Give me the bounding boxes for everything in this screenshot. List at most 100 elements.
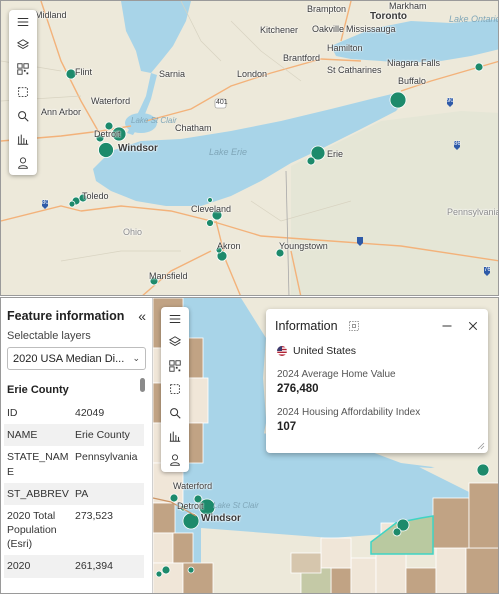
map-label-detroit: Detroit — [94, 129, 121, 139]
layers-icon[interactable] — [161, 331, 189, 355]
map-label-london: London — [237, 69, 268, 79]
map-label-sarnia: Sarnia — [159, 69, 186, 79]
collapse-panel-button[interactable]: « — [138, 308, 146, 324]
map-toolbar-bottom — [161, 307, 189, 472]
popup-country-row: United States — [266, 339, 488, 363]
map-toolbar-top — [9, 10, 37, 175]
highway-shield-76: 76 — [484, 267, 491, 273]
top-map-view[interactable]: Midland Flint Sarnia London Waterford An… — [0, 0, 499, 296]
map-label-hamilton: Hamilton — [327, 43, 363, 53]
map-label-cleveland: Cleveland — [191, 204, 232, 214]
feature-title: Erie County — [7, 384, 69, 396]
highway-shield-90: 90 — [447, 98, 454, 104]
attr-value: 273,523 — [75, 509, 113, 522]
highway-shield-401: 401 — [216, 99, 228, 106]
map-label-pennsylvania: Pennsylvania — [447, 207, 499, 217]
menu-icon[interactable] — [9, 10, 37, 34]
minimize-icon[interactable] — [441, 320, 453, 332]
attr-value: PA — [72, 482, 144, 505]
layer-select-value: 2020 USA Median Di... — [13, 352, 125, 365]
map-label-waterford: Waterford — [91, 96, 131, 106]
map-label-toledo: Toledo — [82, 191, 109, 201]
map-label-mansfield: Mansfield — [149, 271, 188, 281]
close-icon[interactable] — [467, 320, 479, 332]
feature-information-panel: Feature information « Selectable layers … — [1, 298, 153, 593]
basemap-top[interactable]: Midland Flint Sarnia London Waterford An… — [1, 1, 498, 295]
attr-key: ST_ABBREV — [4, 482, 72, 505]
map-label-detroit-bottom: Detroit — [177, 501, 204, 511]
table-row: 2020 Total Population (Esri) 273,523 — [4, 505, 144, 556]
attr-key: STATE_NAME — [7, 451, 69, 478]
map-label-niagara-falls: Niagara Falls — [387, 58, 441, 68]
selectable-layers-label: Selectable layers — [7, 330, 91, 342]
map-label-akron: Akron — [217, 241, 241, 251]
select-icon[interactable] — [161, 378, 189, 402]
map-label-buffalo: Buffalo — [398, 76, 426, 86]
map-label-lake-st-clair-bottom: Lake St Clair — [213, 501, 259, 510]
layers-icon[interactable] — [9, 34, 37, 58]
affordability-label: 2024 Housing Affordability Index — [277, 407, 421, 418]
map-label-st-catharines: St Catharines — [327, 65, 382, 75]
chart-icon[interactable] — [161, 425, 189, 449]
map-label-ohio: Ohio — [123, 227, 143, 237]
map-label-lake-ontario: Lake Ontario — [449, 14, 499, 24]
affordability-value: 107 — [277, 421, 297, 433]
table-row: 2020 261,394 — [4, 555, 144, 578]
feature-panel-title: Feature information — [7, 309, 125, 323]
attr-value: Erie County — [72, 424, 144, 447]
map-label-chatham: Chatham — [175, 123, 212, 133]
user-icon[interactable] — [9, 151, 37, 175]
search-icon[interactable] — [161, 401, 189, 425]
map-label-ann-arbor: Ann Arbor — [41, 107, 82, 117]
resize-handle-icon[interactable] — [477, 442, 485, 450]
popup-title: Information — [275, 319, 338, 333]
panel-scrollbar[interactable] — [140, 378, 145, 392]
qr-icon[interactable] — [161, 354, 189, 378]
bottom-map-view[interactable]: Waterford Lake St Clair Detroit Windsor … — [0, 297, 499, 594]
table-row: ID 42049 — [4, 402, 144, 424]
qr-icon[interactable] — [9, 57, 37, 81]
us-flag-icon — [277, 346, 287, 356]
chevron-down-icon: ⌄ — [132, 353, 140, 363]
attr-key: ID — [7, 407, 18, 419]
map-label-toronto: Toronto — [370, 11, 408, 22]
attr-key: NAME — [4, 424, 72, 447]
user-icon[interactable] — [161, 448, 189, 472]
map-label-flint: Flint — [75, 67, 93, 77]
home-value-label: 2024 Average Home Value — [277, 369, 396, 380]
table-row: STATE_NAME Pennsylvania — [4, 446, 144, 482]
attr-value: Pennsylvania — [75, 451, 138, 464]
table-row: ST_ABBREV PA — [4, 482, 144, 505]
chart-icon[interactable] — [9, 128, 37, 152]
information-popup: Information United States 2024 Average H… — [266, 309, 488, 453]
map-label-windsor-bottom: Windsor — [201, 513, 241, 524]
map-label-waterford-bottom: Waterford — [173, 481, 213, 491]
highway-shield-80: 80 — [42, 200, 49, 206]
popup-country: United States — [293, 345, 357, 357]
attr-value: 42049 — [75, 407, 105, 419]
select-icon[interactable] — [9, 81, 37, 105]
layer-select[interactable]: 2020 USA Median Di... ⌄ — [7, 347, 146, 370]
map-label-mississauga: Mississauga — [346, 24, 396, 34]
feature-attributes-table: ID 42049 NAME Erie County STATE_NAME Pennsy… — [4, 402, 144, 578]
map-label-midland: Midland — [35, 10, 67, 20]
attr-value: 261,394 — [72, 555, 144, 578]
dock-icon[interactable] — [348, 320, 360, 332]
search-icon[interactable] — [9, 104, 37, 128]
map-label-markham: Markham — [389, 1, 427, 11]
map-label-brampton: Brampton — [307, 4, 347, 14]
map-label-brantford: Brantford — [283, 53, 321, 63]
map-label-lake-erie: Lake Erie — [209, 147, 248, 157]
attr-key: 2020 Total Population (Esri) — [7, 509, 57, 551]
home-value: 276,480 — [277, 383, 319, 395]
map-label-oakville: Oakville — [312, 24, 345, 34]
map-label-youngstown: Youngstown — [279, 241, 328, 251]
map-label-kitchener: Kitchener — [260, 25, 299, 35]
attr-key: 2020 — [4, 555, 72, 578]
highway-shield-86: 86 — [454, 141, 461, 147]
map-label-windsor: Windsor — [118, 143, 158, 154]
table-row: NAME Erie County — [4, 424, 144, 447]
menu-icon[interactable] — [161, 307, 189, 331]
map-label-lake-st-clair: Lake St Clair — [131, 116, 177, 125]
map-label-erie: Erie — [327, 149, 344, 159]
